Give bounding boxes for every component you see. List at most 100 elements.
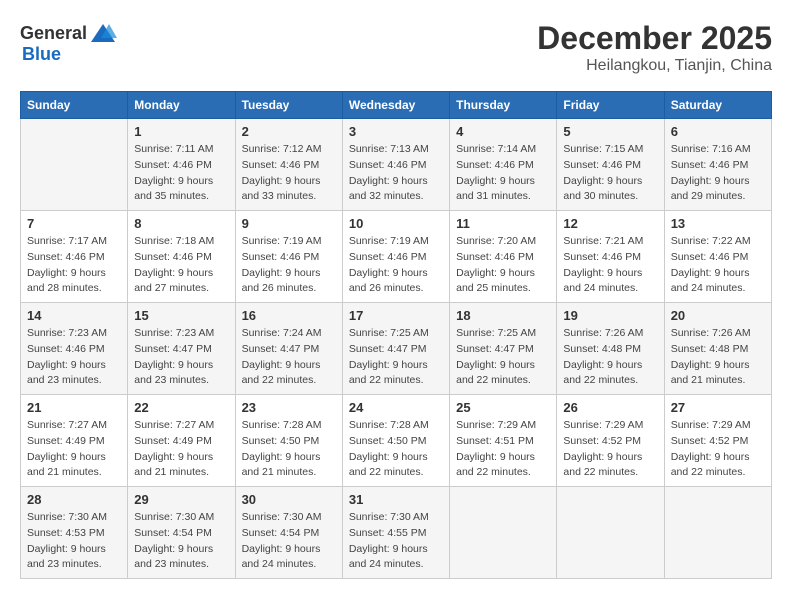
calendar-cell: 3 Sunrise: 7:13 AMSunset: 4:46 PMDaylight… xyxy=(342,119,449,211)
day-info: Sunrise: 7:25 AMSunset: 4:47 PMDaylight:… xyxy=(349,326,443,389)
day-number: 10 xyxy=(349,216,443,231)
day-number: 15 xyxy=(134,308,228,323)
calendar-cell: 7 Sunrise: 7:17 AMSunset: 4:46 PMDaylight… xyxy=(21,211,128,303)
day-number: 17 xyxy=(349,308,443,323)
header-thursday: Thursday xyxy=(450,92,557,119)
day-number: 30 xyxy=(242,492,336,507)
day-info: Sunrise: 7:25 AMSunset: 4:47 PMDaylight:… xyxy=(456,326,550,389)
day-number: 19 xyxy=(563,308,657,323)
day-number: 9 xyxy=(242,216,336,231)
calendar-cell: 29 Sunrise: 7:30 AMSunset: 4:54 PMDayligh… xyxy=(128,487,235,579)
day-info: Sunrise: 7:18 AMSunset: 4:46 PMDaylight:… xyxy=(134,234,228,297)
day-info: Sunrise: 7:30 AMSunset: 4:54 PMDaylight:… xyxy=(242,510,336,573)
calendar-cell: 10 Sunrise: 7:19 AMSunset: 4:46 PMDayligh… xyxy=(342,211,449,303)
day-number: 1 xyxy=(134,124,228,139)
day-number: 2 xyxy=(242,124,336,139)
header-friday: Friday xyxy=(557,92,664,119)
calendar-cell: 4 Sunrise: 7:14 AMSunset: 4:46 PMDaylight… xyxy=(450,119,557,211)
calendar-cell: 25Sunrise: 7:29 AMSunset: 4:51 PMDayligh… xyxy=(450,395,557,487)
logo-blue-text: Blue xyxy=(22,44,61,64)
day-number: 4 xyxy=(456,124,550,139)
day-number: 14 xyxy=(27,308,121,323)
day-number: 18 xyxy=(456,308,550,323)
calendar-cell: 2Sunrise: 7:12 AMSunset: 4:46 PMDaylight… xyxy=(235,119,342,211)
calendar-table: SundayMondayTuesdayWednesdayThursdayFrid… xyxy=(20,91,772,579)
calendar-cell: 11 Sunrise: 7:20 AMSunset: 4:46 PMDayligh… xyxy=(450,211,557,303)
day-info: Sunrise: 7:23 AMSunset: 4:46 PMDaylight:… xyxy=(27,326,121,389)
day-number: 25 xyxy=(456,400,550,415)
logo: General Blue xyxy=(20,20,117,66)
day-info: Sunrise: 7:14 AMSunset: 4:46 PMDaylight:… xyxy=(456,142,550,205)
day-number: 28 xyxy=(27,492,121,507)
calendar-cell: 15 Sunrise: 7:23 AMSunset: 4:47 PMDayligh… xyxy=(128,303,235,395)
logo-icon xyxy=(89,20,117,48)
calendar-header-row: SundayMondayTuesdayWednesdayThursdayFrid… xyxy=(21,92,772,119)
day-info: Sunrise: 7:26 AMSunset: 4:48 PMDaylight:… xyxy=(671,326,765,389)
day-number: 11 xyxy=(456,216,550,231)
day-number: 16 xyxy=(242,308,336,323)
day-info: Sunrise: 7:19 AMSunset: 4:46 PMDaylight:… xyxy=(242,234,336,297)
header-tuesday: Tuesday xyxy=(235,92,342,119)
day-number: 21 xyxy=(27,400,121,415)
day-info: Sunrise: 7:13 AMSunset: 4:46 PMDaylight:… xyxy=(349,142,443,205)
calendar-cell: 19 Sunrise: 7:26 AMSunset: 4:48 PMDayligh… xyxy=(557,303,664,395)
day-number: 8 xyxy=(134,216,228,231)
header-sunday: Sunday xyxy=(21,92,128,119)
calendar-cell: 12 Sunrise: 7:21 AMSunset: 4:46 PMDayligh… xyxy=(557,211,664,303)
day-info: Sunrise: 7:21 AMSunset: 4:46 PMDaylight:… xyxy=(563,234,657,297)
calendar-cell: 24Sunrise: 7:28 AMSunset: 4:50 PMDayligh… xyxy=(342,395,449,487)
calendar-cell: 16 Sunrise: 7:24 AMSunset: 4:47 PMDayligh… xyxy=(235,303,342,395)
calendar-cell: 14 Sunrise: 7:23 AMSunset: 4:46 PMDayligh… xyxy=(21,303,128,395)
day-number: 31 xyxy=(349,492,443,507)
day-info: Sunrise: 7:27 AMSunset: 4:49 PMDaylight:… xyxy=(134,418,228,481)
calendar-cell: 13Sunrise: 7:22 AMSunset: 4:46 PMDayligh… xyxy=(664,211,771,303)
day-info: Sunrise: 7:23 AMSunset: 4:47 PMDaylight:… xyxy=(134,326,228,389)
day-number: 7 xyxy=(27,216,121,231)
calendar-cell: 1Sunrise: 7:11 AMSunset: 4:46 PMDaylight… xyxy=(128,119,235,211)
calendar-cell: 5Sunrise: 7:15 AMSunset: 4:46 PMDaylight… xyxy=(557,119,664,211)
day-number: 29 xyxy=(134,492,228,507)
day-number: 23 xyxy=(242,400,336,415)
calendar-cell: 8 Sunrise: 7:18 AMSunset: 4:46 PMDaylight… xyxy=(128,211,235,303)
logo-general-text: General xyxy=(20,23,87,45)
calendar-cell: 30 Sunrise: 7:30 AMSunset: 4:54 PMDayligh… xyxy=(235,487,342,579)
day-number: 26 xyxy=(563,400,657,415)
calendar-cell xyxy=(450,487,557,579)
day-info: Sunrise: 7:30 AMSunset: 4:54 PMDaylight:… xyxy=(134,510,228,573)
calendar-cell: 21 Sunrise: 7:27 AMSunset: 4:49 PMDayligh… xyxy=(21,395,128,487)
day-info: Sunrise: 7:29 AMSunset: 4:52 PMDaylight:… xyxy=(563,418,657,481)
day-info: Sunrise: 7:24 AMSunset: 4:47 PMDaylight:… xyxy=(242,326,336,389)
day-number: 22 xyxy=(134,400,228,415)
calendar-week-row: 28Sunrise: 7:30 AMSunset: 4:53 PMDayligh… xyxy=(21,487,772,579)
day-info: Sunrise: 7:19 AMSunset: 4:46 PMDaylight:… xyxy=(349,234,443,297)
day-info: Sunrise: 7:20 AMSunset: 4:46 PMDaylight:… xyxy=(456,234,550,297)
day-info: Sunrise: 7:26 AMSunset: 4:48 PMDaylight:… xyxy=(563,326,657,389)
day-number: 3 xyxy=(349,124,443,139)
day-number: 12 xyxy=(563,216,657,231)
calendar-cell: 18 Sunrise: 7:25 AMSunset: 4:47 PMDayligh… xyxy=(450,303,557,395)
calendar-cell: 27Sunrise: 7:29 AMSunset: 4:52 PMDayligh… xyxy=(664,395,771,487)
header-saturday: Saturday xyxy=(664,92,771,119)
day-info: Sunrise: 7:15 AMSunset: 4:46 PMDaylight:… xyxy=(563,142,657,205)
day-info: Sunrise: 7:28 AMSunset: 4:50 PMDaylight:… xyxy=(242,418,336,481)
calendar-week-row: 7 Sunrise: 7:17 AMSunset: 4:46 PMDaylight… xyxy=(21,211,772,303)
calendar-cell: 26 Sunrise: 7:29 AMSunset: 4:52 PMDayligh… xyxy=(557,395,664,487)
header-wednesday: Wednesday xyxy=(342,92,449,119)
day-number: 20 xyxy=(671,308,765,323)
calendar-cell: 28Sunrise: 7:30 AMSunset: 4:53 PMDayligh… xyxy=(21,487,128,579)
day-info: Sunrise: 7:30 AMSunset: 4:55 PMDaylight:… xyxy=(349,510,443,573)
day-info: Sunrise: 7:27 AMSunset: 4:49 PMDaylight:… xyxy=(27,418,121,481)
day-number: 27 xyxy=(671,400,765,415)
title-block: December 2025 Heilangkou, Tianjin, China xyxy=(537,20,772,75)
calendar-cell: 31 Sunrise: 7:30 AMSunset: 4:55 PMDayligh… xyxy=(342,487,449,579)
calendar-week-row: 1Sunrise: 7:11 AMSunset: 4:46 PMDaylight… xyxy=(21,119,772,211)
day-info: Sunrise: 7:28 AMSunset: 4:50 PMDaylight:… xyxy=(349,418,443,481)
calendar-cell: 9 Sunrise: 7:19 AMSunset: 4:46 PMDaylight… xyxy=(235,211,342,303)
calendar-cell xyxy=(664,487,771,579)
calendar-cell: 17 Sunrise: 7:25 AMSunset: 4:47 PMDayligh… xyxy=(342,303,449,395)
calendar-week-row: 14 Sunrise: 7:23 AMSunset: 4:46 PMDayligh… xyxy=(21,303,772,395)
page-header: General Blue December 2025 Heilangkou, T… xyxy=(20,20,772,75)
calendar-cell xyxy=(21,119,128,211)
day-info: Sunrise: 7:17 AMSunset: 4:46 PMDaylight:… xyxy=(27,234,121,297)
calendar-cell: 23 Sunrise: 7:28 AMSunset: 4:50 PMDayligh… xyxy=(235,395,342,487)
